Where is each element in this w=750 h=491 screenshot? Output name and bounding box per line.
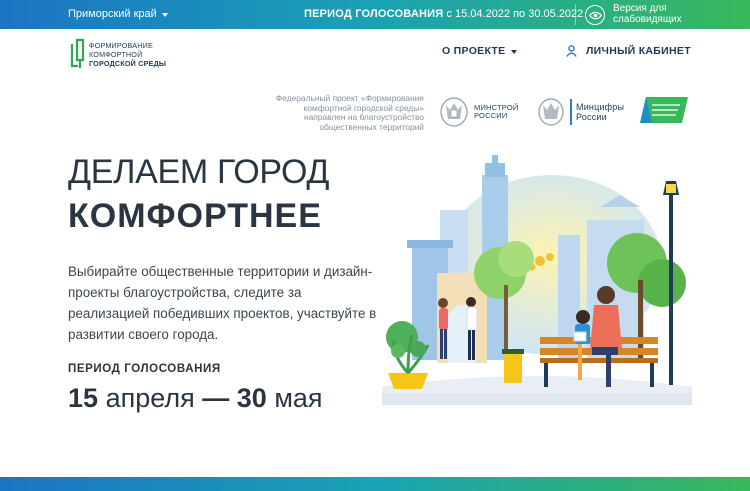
date-dash: — — [202, 383, 230, 413]
eye-icon[interactable] — [585, 5, 605, 25]
hero-description: Выбирайте общественные территории и диза… — [68, 264, 377, 342]
hero-voting-dates: 15 апреля — 30 мая — [68, 383, 323, 414]
coat-of-arms-icon — [440, 97, 468, 127]
mincifry-line1: Минцифры — [576, 102, 625, 112]
chevron-down-icon — [511, 49, 518, 54]
hero-period-label: ПЕРИОД ГОЛОСОВАНИЯ — [68, 363, 221, 375]
date-start-day: 15 — [68, 383, 99, 413]
date-start-month: апреля — [105, 383, 195, 413]
vision-line1: Версия для — [613, 3, 667, 14]
hero-title-line2: КОМФОРТНЕЕ — [68, 197, 322, 235]
bottom-gradient-bar — [0, 477, 750, 491]
region-selector[interactable]: Приморский край — [68, 8, 168, 20]
logo-text[interactable]: ФОРМИРОВАНИЕ КОМФОРТНОЙ ГОРОДСКОЙ СРЕДЫ — [89, 41, 167, 68]
federal-project-description: Федеральный проект «Формирование комфорт… — [275, 93, 424, 132]
vote-period-dates: с 15.04.2022 по 30.05.2022 — [446, 8, 584, 20]
date-end-month: мая — [274, 383, 323, 413]
nav-about-menu[interactable]: О ПРОЕКТЕ — [442, 45, 518, 57]
national-project-logo[interactable] — [638, 93, 690, 127]
topbar-divider — [575, 4, 576, 25]
top-bar: Приморский край ПЕРИОД ГОЛОСОВАНИЯ с 15.… — [0, 0, 750, 29]
minstroy-line2: РОССИИ — [474, 111, 508, 120]
accessibility-version-link[interactable]: Версия для слабовидящих — [613, 3, 682, 25]
vision-line2: слабовидящих — [613, 14, 682, 25]
mincifry-bar — [570, 99, 572, 125]
chevron-down-icon — [161, 12, 168, 17]
user-icon — [566, 45, 577, 57]
date-end-day: 30 — [236, 383, 267, 413]
coat-of-arms-icon — [538, 98, 564, 126]
mincifry-line2: России — [576, 112, 607, 122]
logo-line3: ГОРОДСКОЙ СРЕДЫ — [89, 58, 167, 68]
region-label: Приморский край — [68, 8, 157, 20]
minstroy-logo[interactable]: МИНСТРОЙ РОССИИ — [438, 95, 518, 129]
nav-cabinet-label: ЛИЧНЫЙ КАБИНЕТ — [586, 45, 691, 57]
hero-title-line1: ДЕЛАЕМ ГОРОД — [68, 153, 330, 191]
mincifry-logo[interactable]: Минцифры России — [536, 96, 624, 128]
vote-period-label: ПЕРИОД ГОЛОСОВАНИЯ — [304, 8, 444, 20]
personal-cabinet-link[interactable]: ЛИЧНЫЙ КАБИНЕТ — [566, 45, 691, 57]
city-park-illustration — [382, 155, 692, 405]
vote-period-banner: ПЕРИОД ГОЛОСОВАНИЯ с 15.04.2022 по 30.05… — [304, 8, 583, 20]
nav-about-label: О ПРОЕКТЕ — [442, 45, 506, 57]
